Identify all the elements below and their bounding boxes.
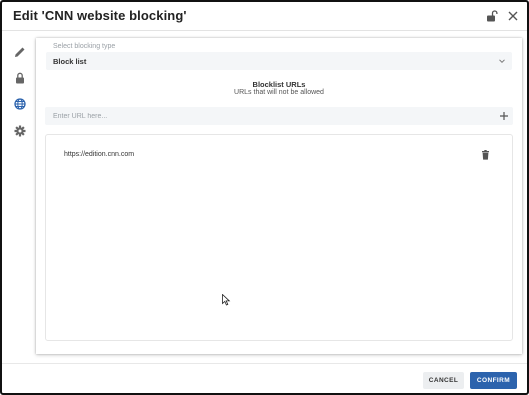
chevron-down-icon <box>499 59 505 64</box>
dialog-title: Edit 'CNN website blocking' <box>13 8 187 23</box>
trash-icon[interactable] <box>481 150 490 160</box>
dialog-header: Edit 'CNN website blocking' <box>2 2 527 31</box>
footer-divider <box>2 363 527 364</box>
lock-icon[interactable] <box>13 71 27 85</box>
blocking-panel: Select blocking type Block list Blocklis… <box>36 38 522 354</box>
list-item: https://edition.cnn.com <box>46 147 512 163</box>
edit-policy-dialog: Edit 'CNN website blocking' Select block… <box>0 0 529 395</box>
add-url-icon[interactable] <box>499 111 509 121</box>
blocklist-title: Blocklist URLs <box>252 80 306 89</box>
url-input[interactable] <box>45 107 485 125</box>
cancel-button[interactable]: CANCEL <box>423 372 464 389</box>
sidebar <box>2 31 36 361</box>
lock-open-icon[interactable] <box>485 9 499 23</box>
gear-icon[interactable] <box>13 124 27 138</box>
url-input-field <box>45 107 513 125</box>
globe-icon[interactable] <box>13 97 27 111</box>
blocking-type-value: Block list <box>53 57 87 66</box>
blocklist-urls: https://edition.cnn.com <box>45 134 513 341</box>
mouse-pointer-icon <box>222 294 231 306</box>
confirm-button[interactable]: CONFIRM <box>470 372 517 389</box>
blocklist-subtitle: URLs that will not be allowed <box>234 89 324 96</box>
blocking-type-label: Select blocking type <box>53 43 116 50</box>
blocking-type-select[interactable]: Select blocking type Block list <box>46 43 512 70</box>
pencil-icon[interactable] <box>13 45 27 59</box>
close-icon[interactable] <box>506 9 520 23</box>
blocked-url: https://edition.cnn.com <box>64 151 135 158</box>
